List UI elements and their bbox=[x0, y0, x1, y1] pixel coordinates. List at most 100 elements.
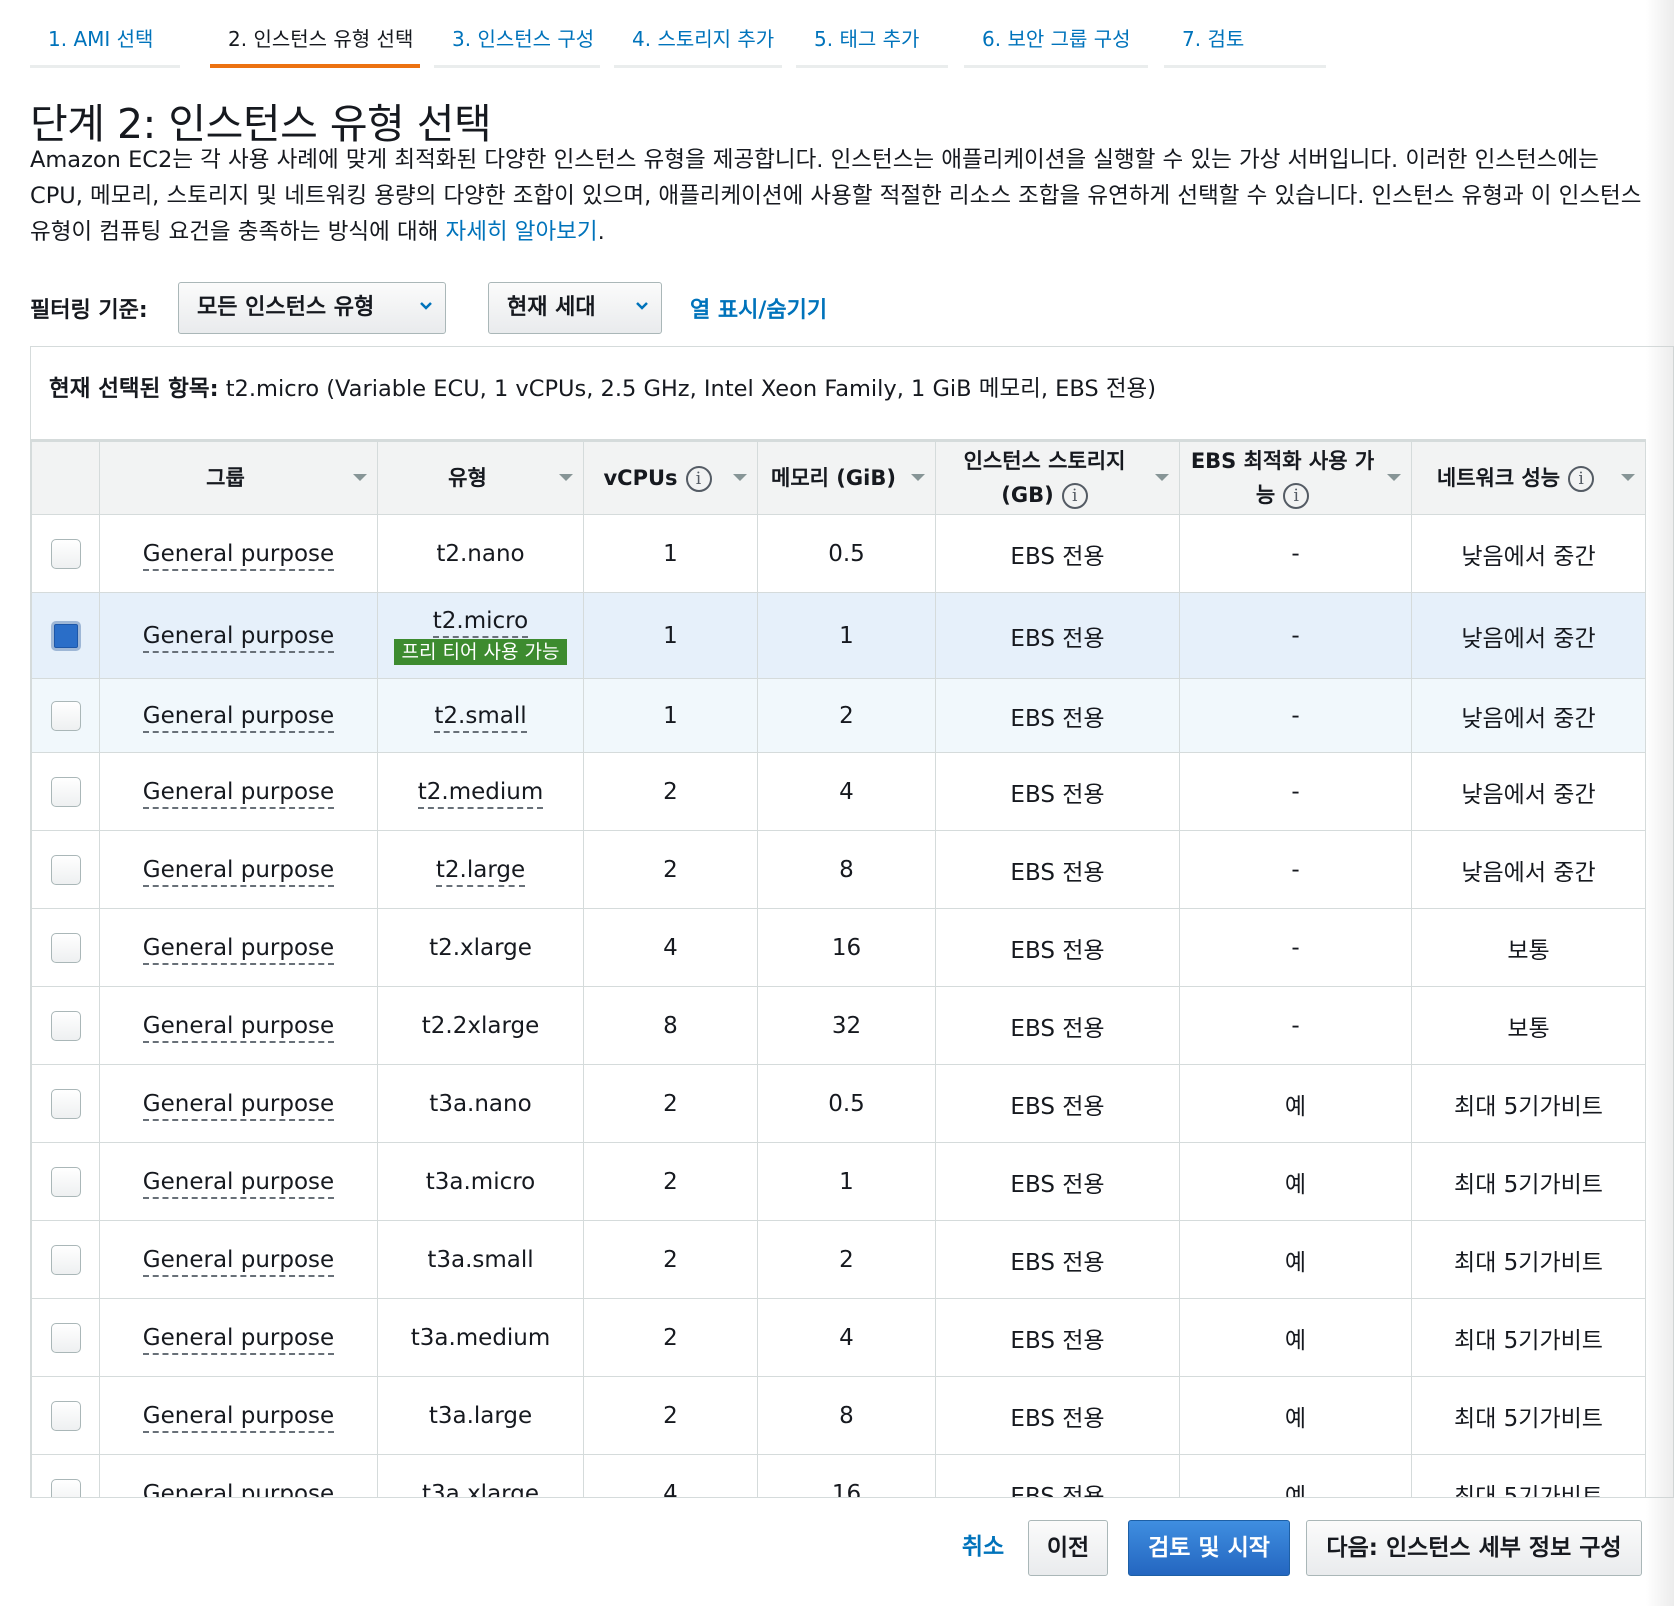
cancel-button[interactable]: 취소 bbox=[948, 1520, 1018, 1576]
column-header-vcpus[interactable]: vCPUs i bbox=[583, 439, 758, 515]
table-row[interactable]: General purpose t2.micro 프리 티어 사용 가능 1 1 EBS … bbox=[31, 592, 1646, 679]
group-value[interactable]: General purpose bbox=[142, 856, 335, 887]
row-select-cell bbox=[31, 1220, 100, 1299]
free-tier-badge: 프리 티어 사용 가능 bbox=[393, 638, 568, 665]
network-value: 최대 5기가비트 bbox=[1454, 1483, 1603, 1498]
storage-value: EBS 전용 bbox=[1010, 1327, 1105, 1354]
table-row[interactable]: General purpose t2.medium 2 4 EBS 전용 - 낮음에서 중간 bbox=[31, 752, 1646, 831]
cell-ebs: - bbox=[1179, 908, 1412, 987]
group-value[interactable]: General purpose bbox=[142, 702, 335, 733]
instance-family-select[interactable]: 모든 인스턴스 유형 bbox=[178, 282, 446, 334]
group-value[interactable]: General purpose bbox=[142, 1090, 335, 1121]
type-value[interactable]: t2.micro bbox=[432, 607, 529, 638]
tab-configure-instance[interactable]: 3. 인스턴스 구성 bbox=[434, 22, 600, 68]
show-hide-columns-link[interactable]: 열 표시/숨기기 bbox=[690, 292, 827, 324]
group-value[interactable]: General purpose bbox=[142, 934, 335, 965]
table-row[interactable]: General purpose t3a.xlarge 4 16 EBS 전용 예 최대 5기… bbox=[31, 1454, 1646, 1498]
table-row[interactable]: General purpose t2.small 1 2 EBS 전용 - 낮음에서 중간 bbox=[31, 678, 1646, 753]
type-value[interactable]: t2.large bbox=[435, 856, 526, 887]
row-checkbox[interactable] bbox=[50, 776, 81, 807]
table-row[interactable]: General purpose t2.large 2 8 EBS 전용 - 낮음에서 중간 bbox=[31, 830, 1646, 909]
column-header-type[interactable]: 유형 bbox=[377, 439, 584, 515]
row-checkbox[interactable] bbox=[50, 620, 81, 651]
ebs-value: - bbox=[1291, 540, 1300, 567]
sort-caret-icon bbox=[1387, 474, 1401, 481]
cell-ebs: 예 bbox=[1179, 1064, 1412, 1143]
cell-network: 최대 5기가비트 bbox=[1411, 1064, 1646, 1143]
group-value[interactable]: General purpose bbox=[142, 1246, 335, 1277]
column-header-instance-storage[interactable]: 인스턴스 스토리지 (GB) i bbox=[935, 439, 1180, 515]
info-icon[interactable]: i bbox=[685, 466, 712, 492]
info-icon[interactable]: i bbox=[1283, 483, 1310, 509]
tab-instance-type[interactable]: 2. 인스턴스 유형 선택 bbox=[210, 22, 420, 68]
cell-vcpus: 1 bbox=[583, 592, 758, 679]
row-checkbox[interactable] bbox=[50, 1088, 81, 1119]
table-row[interactable]: General purpose t2.xlarge 4 16 EBS 전용 - 보통 bbox=[31, 908, 1646, 987]
row-checkbox[interactable] bbox=[50, 700, 81, 731]
tab-add-storage[interactable]: 4. 스토리지 추가 bbox=[614, 22, 782, 68]
row-checkbox[interactable] bbox=[50, 1244, 81, 1275]
table-row[interactable]: General purpose t2.nano 1 0.5 EBS 전용 - 낮음에서 중간 bbox=[31, 514, 1646, 593]
cell-memory: 4 bbox=[757, 1298, 936, 1377]
type-value[interactable]: t2.small bbox=[434, 702, 527, 733]
cell-group: General purpose bbox=[99, 514, 378, 593]
row-checkbox[interactable] bbox=[50, 1010, 81, 1041]
type-value: t3a.small bbox=[427, 1246, 534, 1273]
cell-memory: 1 bbox=[757, 592, 936, 679]
learn-more-link[interactable]: 자세히 알아보기 bbox=[446, 219, 598, 245]
row-checkbox[interactable] bbox=[50, 1478, 81, 1497]
row-checkbox[interactable] bbox=[50, 1400, 81, 1431]
cell-vcpus: 2 bbox=[583, 830, 758, 909]
sort-caret-icon bbox=[1155, 474, 1169, 481]
tab-ami[interactable]: 1. AMI 선택 bbox=[30, 22, 180, 68]
row-checkbox[interactable] bbox=[50, 1322, 81, 1353]
ebs-value: - bbox=[1291, 934, 1300, 961]
column-header-group[interactable]: 그룹 bbox=[99, 439, 378, 515]
cell-vcpus: 2 bbox=[583, 752, 758, 831]
group-value[interactable]: General purpose bbox=[142, 1012, 335, 1043]
group-value[interactable]: General purpose bbox=[142, 1402, 335, 1433]
memory-value: 8 bbox=[839, 856, 854, 883]
type-value[interactable]: t2.medium bbox=[417, 778, 544, 809]
generation-select[interactable]: 현재 세대 bbox=[488, 282, 662, 334]
tab-security-group[interactable]: 6. 보안 그룹 구성 bbox=[964, 22, 1148, 68]
row-checkbox[interactable] bbox=[50, 854, 81, 885]
cell-storage: EBS 전용 bbox=[935, 592, 1180, 679]
column-header-memory[interactable]: 메모리 (GiB) bbox=[757, 439, 936, 515]
column-header-network[interactable]: 네트워크 성능 i bbox=[1411, 439, 1646, 515]
cell-storage: EBS 전용 bbox=[935, 1142, 1180, 1221]
group-value[interactable]: General purpose bbox=[142, 1168, 335, 1199]
group-value[interactable]: General purpose bbox=[142, 778, 335, 809]
table-row[interactable]: General purpose t3a.micro 2 1 EBS 전용 예 최대 5기가비… bbox=[31, 1142, 1646, 1221]
sort-caret-icon bbox=[1621, 474, 1635, 481]
group-value[interactable]: General purpose bbox=[142, 1324, 335, 1355]
row-checkbox[interactable] bbox=[50, 1166, 81, 1197]
cell-storage: EBS 전용 bbox=[935, 986, 1180, 1065]
cell-memory: 2 bbox=[757, 678, 936, 753]
cell-type: t3a.nano bbox=[377, 1064, 584, 1143]
previous-button[interactable]: 이전 bbox=[1028, 1520, 1108, 1576]
table-row[interactable]: General purpose t2.2xlarge 8 32 EBS 전용 - 보통 bbox=[31, 986, 1646, 1065]
group-value[interactable]: General purpose bbox=[142, 540, 335, 571]
group-value[interactable]: General purpose bbox=[142, 1480, 335, 1497]
cell-ebs: - bbox=[1179, 678, 1412, 753]
table-row[interactable]: General purpose t3a.small 2 2 EBS 전용 예 최대 5기가비… bbox=[31, 1220, 1646, 1299]
network-value: 보통 bbox=[1507, 1015, 1550, 1042]
info-icon[interactable]: i bbox=[1061, 483, 1088, 509]
review-and-launch-button[interactable]: 검토 및 시작 bbox=[1128, 1520, 1290, 1576]
group-value[interactable]: General purpose bbox=[142, 622, 335, 653]
table-row[interactable]: General purpose t3a.medium 2 4 EBS 전용 예 최대 5기가… bbox=[31, 1298, 1646, 1377]
tab-add-tags[interactable]: 5. 태그 추가 bbox=[796, 22, 948, 68]
row-checkbox[interactable] bbox=[50, 538, 81, 569]
table-row[interactable]: General purpose t3a.nano 2 0.5 EBS 전용 예 최대 5기가… bbox=[31, 1064, 1646, 1143]
network-value: 최대 5기가비트 bbox=[1454, 1249, 1603, 1276]
tab-review[interactable]: 7. 검토 bbox=[1164, 22, 1326, 68]
cell-ebs: - bbox=[1179, 592, 1412, 679]
cell-memory: 2 bbox=[757, 1220, 936, 1299]
row-checkbox[interactable] bbox=[50, 932, 81, 963]
type-value: t2.xlarge bbox=[429, 934, 532, 961]
table-row[interactable]: General purpose t3a.large 2 8 EBS 전용 예 최대 5기가비… bbox=[31, 1376, 1646, 1455]
next-configure-instance-button[interactable]: 다음: 인스턴스 세부 정보 구성 bbox=[1306, 1520, 1642, 1576]
info-icon[interactable]: i bbox=[1568, 466, 1595, 492]
column-header-ebs-optimized[interactable]: EBS 최적화 사용 가능 i bbox=[1179, 439, 1412, 515]
